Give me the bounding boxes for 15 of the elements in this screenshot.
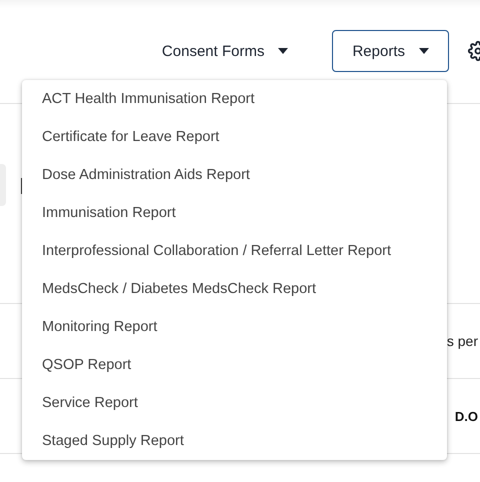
caret-icon [419,48,429,54]
menu-item[interactable]: ACT Health Immunisation Report [22,80,447,118]
reports-dropdown[interactable]: Reports [332,30,449,72]
menu-item[interactable]: Dose Administration Aids Report [22,156,447,194]
row-text: s per [446,333,478,349]
menu-item[interactable]: Interprofessional Collaboration / Referral Letter Report [22,232,447,270]
menu-item[interactable]: QSOP Report [22,346,447,384]
menu-item[interactable]: Staged Supply Report [22,422,447,460]
menu-item[interactable]: Service Report [22,384,447,422]
menu-item[interactable]: MedsCheck / Diabetes MedsCheck Report [22,270,447,308]
menu-item[interactable]: Monitoring Report [22,308,447,346]
column-header: D.O [454,408,478,424]
menu-item[interactable]: Immunisation Report [22,194,447,232]
caret-icon [278,48,288,54]
menu-item[interactable]: Certificate for Leave Report [22,118,447,156]
